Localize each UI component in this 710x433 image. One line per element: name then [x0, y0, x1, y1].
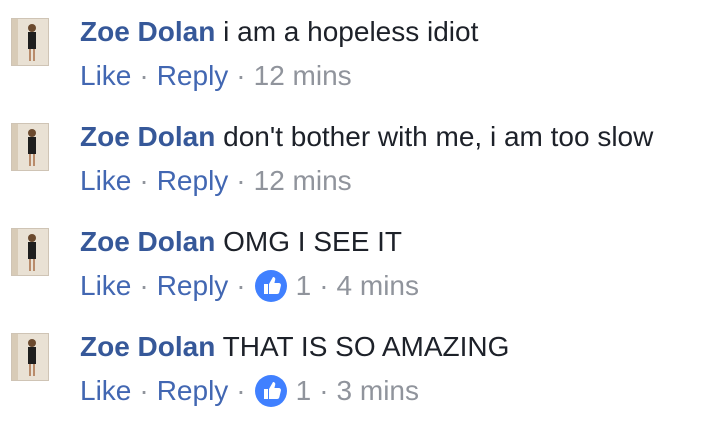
separator: ·	[236, 165, 246, 196]
avatar[interactable]	[11, 228, 49, 276]
avatar[interactable]	[11, 333, 49, 381]
comment-item: Zoe Dolan THAT IS SO AMAZING Like · Repl…	[0, 315, 710, 415]
avatar-photo-icon	[12, 124, 48, 170]
comment-actions: Like · Reply · 12 mins	[80, 163, 352, 199]
comment-text-line: Zoe Dolan don't bother with me, i am too…	[80, 119, 653, 155]
separator: ·	[236, 270, 246, 301]
comment-timestamp[interactable]: 4 mins	[337, 268, 419, 304]
separator: ·	[139, 60, 149, 91]
like-link[interactable]: Like	[80, 163, 131, 199]
like-link[interactable]: Like	[80, 268, 131, 304]
comment-timestamp[interactable]: 12 mins	[254, 58, 352, 94]
reply-link[interactable]: Reply	[157, 268, 229, 304]
avatar-photo-icon	[12, 334, 48, 380]
separator: ·	[139, 165, 149, 196]
comment-author-link[interactable]: Zoe Dolan	[80, 121, 215, 152]
comment-text: i am a hopeless idiot	[223, 16, 479, 47]
like-count[interactable]: 1	[296, 373, 312, 409]
like-count[interactable]: 1	[296, 268, 312, 304]
reply-link[interactable]: Reply	[157, 163, 229, 199]
separator: ·	[139, 270, 149, 301]
avatar-photo-icon	[12, 229, 48, 275]
comment-text: THAT IS SO AMAZING	[222, 331, 510, 362]
like-link[interactable]: Like	[80, 58, 131, 94]
comment-text: don't bother with me, i am too slow	[223, 121, 654, 152]
comment-text-line: Zoe Dolan i am a hopeless idiot	[80, 14, 478, 50]
comment-actions: Like · Reply · 1 · 4 mins	[80, 268, 419, 304]
thumbs-up-icon[interactable]	[254, 269, 288, 303]
avatar[interactable]	[11, 123, 49, 171]
reply-link[interactable]: Reply	[157, 373, 229, 409]
comment-author-link[interactable]: Zoe Dolan	[80, 16, 215, 47]
comment-item: Zoe Dolan don't bother with me, i am too…	[0, 105, 710, 205]
separator: ·	[319, 270, 329, 301]
comment-actions: Like · Reply · 1 · 3 mins	[80, 373, 419, 409]
separator: ·	[319, 375, 329, 406]
comment-text-line: Zoe Dolan THAT IS SO AMAZING	[80, 329, 509, 365]
comment-item: Zoe Dolan i am a hopeless idiot Like · R…	[0, 0, 710, 100]
separator: ·	[236, 60, 246, 91]
comment-actions: Like · Reply · 12 mins	[80, 58, 352, 94]
comment-text-line: Zoe Dolan OMG I SEE IT	[80, 224, 402, 260]
separator: ·	[236, 375, 246, 406]
comment-author-link[interactable]: Zoe Dolan	[80, 226, 215, 257]
comment-timestamp[interactable]: 3 mins	[337, 373, 419, 409]
avatar[interactable]	[11, 18, 49, 66]
comment-timestamp[interactable]: 12 mins	[254, 163, 352, 199]
comment-item: Zoe Dolan OMG I SEE IT Like · Reply · 1 …	[0, 210, 710, 310]
comment-text: OMG I SEE IT	[223, 226, 403, 257]
avatar-photo-icon	[12, 19, 48, 65]
thumbs-up-icon[interactable]	[254, 374, 288, 408]
separator: ·	[139, 375, 149, 406]
comment-author-link[interactable]: Zoe Dolan	[80, 331, 215, 362]
reply-link[interactable]: Reply	[157, 58, 229, 94]
like-link[interactable]: Like	[80, 373, 131, 409]
